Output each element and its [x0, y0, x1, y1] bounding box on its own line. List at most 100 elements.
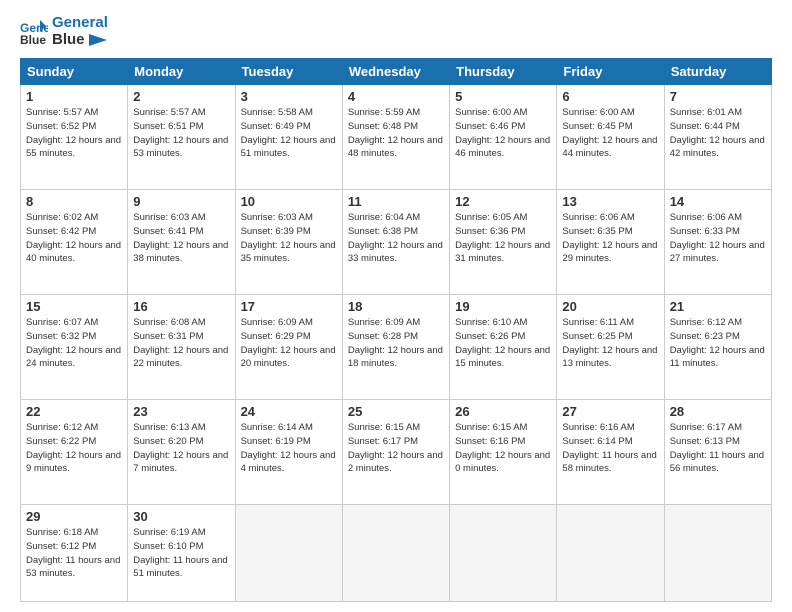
daylight-label: Daylight: 12 hours and 38 minutes.: [133, 240, 228, 265]
day-info: Sunrise: 6:04 AM Sunset: 6:38 PM Dayligh…: [348, 211, 444, 266]
day-info: Sunrise: 6:13 AM Sunset: 6:20 PM Dayligh…: [133, 421, 229, 476]
calendar-cell: 23 Sunrise: 6:13 AM Sunset: 6:20 PM Dayl…: [128, 400, 235, 505]
sunset-label: Sunset: 6:14 PM: [562, 436, 632, 447]
col-thursday: Thursday: [450, 59, 557, 85]
sunset-label: Sunset: 6:12 PM: [26, 541, 96, 552]
day-info: Sunrise: 6:05 AM Sunset: 6:36 PM Dayligh…: [455, 211, 551, 266]
day-number: 14: [670, 194, 766, 209]
day-info: Sunrise: 6:17 AM Sunset: 6:13 PM Dayligh…: [670, 421, 766, 476]
sunrise-label: Sunrise: 6:14 AM: [241, 422, 313, 433]
day-number: 22: [26, 404, 122, 419]
sunrise-label: Sunrise: 6:12 AM: [26, 422, 98, 433]
sunrise-label: Sunrise: 6:00 AM: [455, 107, 527, 118]
calendar-cell: 27 Sunrise: 6:16 AM Sunset: 6:14 PM Dayl…: [557, 400, 664, 505]
day-info: Sunrise: 6:16 AM Sunset: 6:14 PM Dayligh…: [562, 421, 658, 476]
logo-line2: Blue: [52, 32, 108, 49]
sunset-label: Sunset: 6:39 PM: [241, 226, 311, 237]
calendar-cell: 7 Sunrise: 6:01 AM Sunset: 6:44 PM Dayli…: [664, 85, 771, 190]
day-number: 20: [562, 299, 658, 314]
daylight-label: Daylight: 12 hours and 40 minutes.: [26, 240, 121, 265]
sunset-label: Sunset: 6:49 PM: [241, 121, 311, 132]
daylight-label: Daylight: 12 hours and 7 minutes.: [133, 450, 228, 475]
day-info: Sunrise: 6:03 AM Sunset: 6:41 PM Dayligh…: [133, 211, 229, 266]
day-number: 15: [26, 299, 122, 314]
sunset-label: Sunset: 6:32 PM: [26, 331, 96, 342]
daylight-label: Daylight: 12 hours and 22 minutes.: [133, 345, 228, 370]
daylight-label: Daylight: 12 hours and 24 minutes.: [26, 345, 121, 370]
col-sunday: Sunday: [21, 59, 128, 85]
daylight-label: Daylight: 12 hours and 31 minutes.: [455, 240, 550, 265]
calendar-table: Sunday Monday Tuesday Wednesday Thursday…: [20, 58, 772, 602]
day-number: 10: [241, 194, 337, 209]
sunset-label: Sunset: 6:16 PM: [455, 436, 525, 447]
calendar-cell: 20 Sunrise: 6:11 AM Sunset: 6:25 PM Dayl…: [557, 295, 664, 400]
day-info: Sunrise: 6:19 AM Sunset: 6:10 PM Dayligh…: [133, 526, 229, 581]
day-info: Sunrise: 6:15 AM Sunset: 6:17 PM Dayligh…: [348, 421, 444, 476]
sunrise-label: Sunrise: 6:06 AM: [562, 212, 634, 223]
sunrise-label: Sunrise: 6:15 AM: [455, 422, 527, 433]
sunset-label: Sunset: 6:35 PM: [562, 226, 632, 237]
calendar-cell: 5 Sunrise: 6:00 AM Sunset: 6:46 PM Dayli…: [450, 85, 557, 190]
daylight-label: Daylight: 12 hours and 33 minutes.: [348, 240, 443, 265]
calendar-cell: [664, 505, 771, 602]
calendar-cell: 12 Sunrise: 6:05 AM Sunset: 6:36 PM Dayl…: [450, 190, 557, 295]
day-info: Sunrise: 5:58 AM Sunset: 6:49 PM Dayligh…: [241, 106, 337, 161]
sunset-label: Sunset: 6:28 PM: [348, 331, 418, 342]
day-info: Sunrise: 6:10 AM Sunset: 6:26 PM Dayligh…: [455, 316, 551, 371]
daylight-label: Daylight: 12 hours and 42 minutes.: [670, 135, 765, 160]
sunrise-label: Sunrise: 6:12 AM: [670, 317, 742, 328]
day-number: 23: [133, 404, 229, 419]
daylight-label: Daylight: 12 hours and 55 minutes.: [26, 135, 121, 160]
calendar-cell: [235, 505, 342, 602]
sunrise-label: Sunrise: 6:02 AM: [26, 212, 98, 223]
sunrise-label: Sunrise: 6:03 AM: [133, 212, 205, 223]
calendar-cell: 3 Sunrise: 5:58 AM Sunset: 6:49 PM Dayli…: [235, 85, 342, 190]
sunset-label: Sunset: 6:38 PM: [348, 226, 418, 237]
day-info: Sunrise: 6:01 AM Sunset: 6:44 PM Dayligh…: [670, 106, 766, 161]
calendar-cell: 17 Sunrise: 6:09 AM Sunset: 6:29 PM Dayl…: [235, 295, 342, 400]
daylight-label: Daylight: 11 hours and 51 minutes.: [133, 555, 227, 580]
sunrise-label: Sunrise: 5:57 AM: [133, 107, 205, 118]
calendar-cell: 30 Sunrise: 6:19 AM Sunset: 6:10 PM Dayl…: [128, 505, 235, 602]
sunset-label: Sunset: 6:44 PM: [670, 121, 740, 132]
daylight-label: Daylight: 12 hours and 0 minutes.: [455, 450, 550, 475]
day-info: Sunrise: 6:07 AM Sunset: 6:32 PM Dayligh…: [26, 316, 122, 371]
daylight-label: Daylight: 12 hours and 48 minutes.: [348, 135, 443, 160]
calendar-cell: 13 Sunrise: 6:06 AM Sunset: 6:35 PM Dayl…: [557, 190, 664, 295]
sunrise-label: Sunrise: 6:16 AM: [562, 422, 634, 433]
calendar-cell: [557, 505, 664, 602]
sunset-label: Sunset: 6:13 PM: [670, 436, 740, 447]
sunset-label: Sunset: 6:10 PM: [133, 541, 203, 552]
day-info: Sunrise: 5:57 AM Sunset: 6:51 PM Dayligh…: [133, 106, 229, 161]
day-info: Sunrise: 6:14 AM Sunset: 6:19 PM Dayligh…: [241, 421, 337, 476]
day-info: Sunrise: 5:57 AM Sunset: 6:52 PM Dayligh…: [26, 106, 122, 161]
sunset-label: Sunset: 6:51 PM: [133, 121, 203, 132]
calendar-cell: 25 Sunrise: 6:15 AM Sunset: 6:17 PM Dayl…: [342, 400, 449, 505]
sunset-label: Sunset: 6:48 PM: [348, 121, 418, 132]
day-number: 19: [455, 299, 551, 314]
day-number: 24: [241, 404, 337, 419]
sunset-label: Sunset: 6:22 PM: [26, 436, 96, 447]
daylight-label: Daylight: 12 hours and 9 minutes.: [26, 450, 121, 475]
day-number: 13: [562, 194, 658, 209]
sunrise-label: Sunrise: 6:08 AM: [133, 317, 205, 328]
sunrise-label: Sunrise: 6:00 AM: [562, 107, 634, 118]
day-info: Sunrise: 6:03 AM Sunset: 6:39 PM Dayligh…: [241, 211, 337, 266]
calendar-cell: 24 Sunrise: 6:14 AM Sunset: 6:19 PM Dayl…: [235, 400, 342, 505]
sunrise-label: Sunrise: 6:10 AM: [455, 317, 527, 328]
day-number: 27: [562, 404, 658, 419]
daylight-label: Daylight: 11 hours and 56 minutes.: [670, 450, 764, 475]
calendar-cell: 8 Sunrise: 6:02 AM Sunset: 6:42 PM Dayli…: [21, 190, 128, 295]
page: General Blue General Blue Sunday Monda: [0, 0, 792, 612]
day-info: Sunrise: 6:06 AM Sunset: 6:35 PM Dayligh…: [562, 211, 658, 266]
logo: General Blue General Blue: [20, 15, 108, 48]
sunset-label: Sunset: 6:20 PM: [133, 436, 203, 447]
col-tuesday: Tuesday: [235, 59, 342, 85]
daylight-label: Daylight: 12 hours and 13 minutes.: [562, 345, 657, 370]
day-number: 25: [348, 404, 444, 419]
svg-text:Blue: Blue: [20, 33, 46, 46]
sunset-label: Sunset: 6:25 PM: [562, 331, 632, 342]
sunrise-label: Sunrise: 6:06 AM: [670, 212, 742, 223]
day-info: Sunrise: 6:11 AM Sunset: 6:25 PM Dayligh…: [562, 316, 658, 371]
day-info: Sunrise: 6:18 AM Sunset: 6:12 PM Dayligh…: [26, 526, 122, 581]
